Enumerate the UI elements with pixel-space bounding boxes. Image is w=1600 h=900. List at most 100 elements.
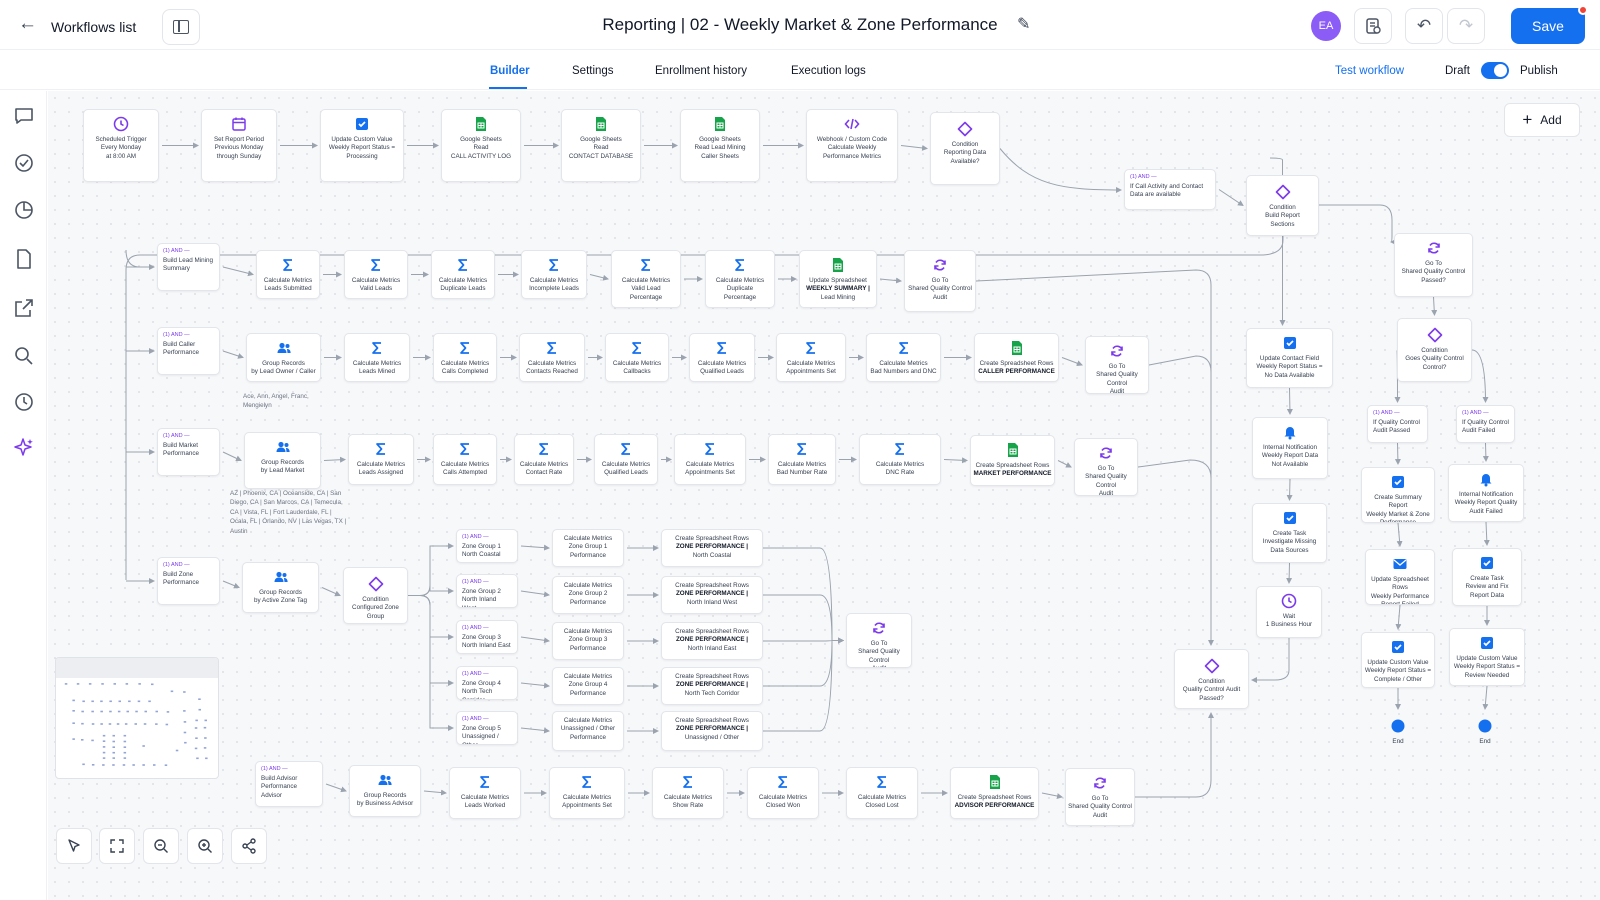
workflow-node-n4[interactable]: Google Sheets Read CALL ACTIVITY LOG (441, 109, 521, 182)
workflow-node-r2g[interactable]: Calculate Metrics Appointments Set (776, 333, 846, 382)
workflow-node-r1f[interactable]: Calculate Metrics Duplicate Percentage (705, 250, 775, 308)
select-tool-button[interactable] (56, 828, 92, 864)
workflow-node-r3h[interactable]: Calculate Metrics DNC Rate (859, 434, 941, 485)
workflow-node-a2[interactable]: (1) AND — Build Caller Performance (157, 327, 220, 375)
workflow-node-n5[interactable]: Google Sheets Read CONTACT DATABASE (561, 109, 641, 182)
workflow-node-r3c[interactable]: Calculate Metrics Calls Attempted (433, 434, 497, 485)
share-button[interactable] (231, 828, 267, 864)
workflow-node-r5a[interactable]: Group Records by Business Advisor (349, 765, 421, 817)
workflow-node-a5[interactable]: (1) AND — Build Advisor Performance Adviso… (255, 761, 323, 807)
zoom-in-button[interactable] (187, 828, 223, 864)
workflow-node-r1a[interactable]: Calculate Metrics Leads Submitted (256, 250, 320, 299)
workflow-node-r3i[interactable]: Create Spreadsheet Rows MARKET PERFORMANC… (970, 435, 1055, 486)
workflow-node-z2[interactable]: (1) AND — Zone Group 2North Inland West (456, 574, 518, 608)
workflow-node-qp[interactable]: (1) AND — If Quality Control Audit Passed (1367, 405, 1428, 443)
workflow-node-r2c[interactable]: Calculate Metrics Calls Completed (433, 333, 497, 382)
workflow-node-r2f[interactable]: Calculate Metrics Qualified Leads (689, 333, 755, 382)
workflow-node-zm1[interactable]: Calculate Metrics Zone Group 1 Performance (552, 529, 624, 567)
workflow-node-a1[interactable]: (1) AND — Build Lead Mining Summary (157, 243, 220, 291)
workflow-node-qa[interactable]: Condition Quality Control Audit Passed? (1174, 649, 1249, 709)
workflow-node-n8[interactable]: Condition Reporting Data Available? (930, 112, 1000, 185)
workflow-node-zs4[interactable]: Create Spreadsheet Rows ZONE PERFORMANCE … (661, 667, 763, 705)
workflow-node-r5g[interactable]: Create Spreadsheet Rows ADVISOR PERFORMAN… (950, 767, 1039, 819)
workflow-node-n1[interactable]: Scheduled Trigger Every Monday at 8:00 AM (83, 109, 159, 182)
add-button[interactable]: + Add (1504, 103, 1580, 137)
workflow-node-nd2[interactable]: Internal Notification Weekly Report Data N… (1252, 417, 1328, 479)
fit-view-button[interactable] (99, 828, 135, 864)
workflow-node-r5b[interactable]: Calculate Metrics Leads Worked (449, 767, 521, 819)
workflow-node-p2[interactable]: Update Spreadsheet Rows Weekly Performanc… (1365, 549, 1435, 605)
workflow-node-nd4[interactable]: Wait 1 Business Hour (1256, 586, 1322, 638)
workflow-node-z3[interactable]: (1) AND — Zone Group 3 North Inland East (456, 620, 518, 654)
workflow-node-qf[interactable]: (1) AND — If Quality Control Audit Failed (1456, 405, 1515, 443)
workflow-node-cq[interactable]: Condition Goes Quality Control Control? (1397, 318, 1472, 382)
workflow-node-r2e[interactable]: Calculate Metrics Callbacks (605, 333, 669, 382)
workflow-node-p1[interactable]: Create Summary Report Weekly Market & Zon… (1361, 467, 1435, 523)
workflow-node-r3b[interactable]: Calculate Metrics Leads Assigned (348, 434, 414, 485)
zoom-out-button[interactable] (143, 828, 179, 864)
workflow-node-n3[interactable]: Update Custom Value Weekly Report Status … (320, 109, 404, 182)
node-label: Audit (1098, 490, 1114, 496)
workflow-node-zm2[interactable]: Calculate Metrics Zone Group 2 Performance (552, 576, 624, 614)
workflow-node-zs5[interactable]: Create Spreadsheet Rows ZONE PERFORMANCE … (661, 711, 763, 751)
workflow-node-zs2[interactable]: Create Spreadsheet Rows ZONE PERFORMANCE … (661, 576, 763, 614)
workflow-node-r1d[interactable]: Calculate Metrics Incomplete Leads (521, 250, 587, 299)
workflow-node-r5f[interactable]: Calculate Metrics Closed Lost (846, 767, 918, 819)
workflow-node-n7[interactable]: Webhook / Custom Code Calculate Weekly Per… (806, 109, 898, 182)
workflow-node-zg[interactable]: Go ToShared Quality ControlAudit (846, 613, 912, 668)
workflow-node-r4a[interactable]: Group Records by Active Zone Tag (242, 562, 319, 613)
workflow-node-z5[interactable]: (1) AND — Zone Group 5Unassigned / Other (456, 711, 518, 745)
workflow-node-r3a[interactable]: Group Records by Lead Market (244, 432, 321, 489)
workflow-node-r5c[interactable]: Calculate Metrics Appointments Set (549, 767, 625, 819)
canvas-minimap[interactable] (55, 657, 219, 779)
workflow-node-a3[interactable]: (1) AND — Build Market Performance (157, 428, 220, 476)
workflow-node-r1c[interactable]: Calculate Metrics Duplicate Leads (431, 250, 495, 299)
workflow-node-n6[interactable]: Google Sheets Read Lead Mining Caller Shee… (680, 109, 760, 182)
workflow-node-r3f[interactable]: Calculate Metrics Appointments Set (674, 434, 746, 485)
workflow-node-r4b[interactable]: Condition Configured Zone Group (343, 567, 408, 624)
workflow-node-n2[interactable]: Set Report Period Previous Monday through … (201, 109, 277, 182)
workflow-node-r3d[interactable]: Calculate Metrics Contact Rate (514, 434, 574, 485)
workflow-node-r1g[interactable]: Update Spreadsheet WEEKLY SUMMARY | Lead M… (799, 250, 877, 308)
workflow-node-r2h[interactable]: Calculate Metrics Bad Numbers and DNC (866, 333, 941, 382)
workflow-node-pe[interactable]: End (1375, 712, 1421, 750)
workflow-node-z1[interactable]: (1) AND — Zone Group 1 North Coastal (456, 529, 518, 563)
workflow-node-nd1[interactable]: Update Contact Field Weekly Report Status… (1246, 328, 1333, 388)
workflow-node-r2d[interactable]: Calculate Metrics Contacts Reached (519, 333, 585, 382)
workflow-node-p3[interactable]: Update Custom Value Weekly Report Status … (1361, 632, 1435, 688)
node-label: Calculate Metrics (758, 794, 808, 801)
workflow-node-f3[interactable]: Update Custom Value Weekly Report Status … (1449, 628, 1525, 686)
node-label: Leads Assigned (358, 469, 404, 477)
workflow-node-r3j[interactable]: Go To Shared Quality Control Audit (1074, 438, 1138, 496)
workflow-node-r2i[interactable]: Create Spreadsheet Rows CALLER PERFORMANC… (974, 333, 1059, 382)
minimap-dot (102, 746, 106, 748)
workflow-node-r2a[interactable]: Group Records by Lead Owner / Caller (246, 333, 321, 382)
workflow-node-a4[interactable]: (1) AND — Build Zone Performance (157, 557, 220, 605)
workflow-node-r5h[interactable]: Go To Shared Quality Control Audit (1065, 768, 1135, 826)
workflow-node-r5e[interactable]: Calculate Metrics Closed Won (747, 767, 819, 819)
workflow-node-zs1[interactable]: Create Spreadsheet Rows ZONE PERFORMANCE … (661, 529, 763, 567)
workflow-node-r1b[interactable]: Calculate Metrics Valid Leads (344, 250, 408, 299)
workflow-node-r3e[interactable]: Calculate Metrics Qualified Leads (594, 434, 658, 485)
workflow-node-zm3[interactable]: Calculate Metrics Zone Group 3 Performance (552, 622, 624, 660)
workflow-node-r5d[interactable]: Calculate Metrics Show Rate (652, 767, 724, 819)
workflow-node-nd3[interactable]: Create Task Investigate Missing Data Sourc… (1252, 503, 1327, 563)
workflow-node-f2[interactable]: Create Task Review and Fix Report Data (1452, 548, 1522, 606)
workflow-node-z4[interactable]: (1) AND — Zone Group 4North Tech Corridor (456, 666, 518, 700)
workflow-node-zm4[interactable]: Calculate Metrics Zone Group 4 Performance (552, 667, 624, 705)
workflow-node-a0[interactable]: (1) AND — If Call Activity and Contact Dat… (1124, 169, 1216, 210)
workflow-node-fe[interactable]: End (1462, 712, 1508, 750)
workflow-node-r3g[interactable]: Calculate Metrics Bad Number Rate (768, 434, 836, 485)
node-label: Internal Notification (1459, 491, 1513, 498)
workflow-node-r1h[interactable]: Go To Shared Quality Control Audit (904, 250, 976, 312)
workflow-node-c1[interactable]: Condition Build Report Sections (1246, 175, 1319, 236)
workflow-node-gt[interactable]: Go To Shared Quality Control Passed? (1394, 233, 1473, 297)
workflow-node-r2j[interactable]: Go To Shared Quality Control Audit (1085, 336, 1149, 394)
zoom-in-icon (198, 839, 212, 853)
workflow-node-r2b[interactable]: Calculate Metrics Leads Mined (344, 333, 410, 382)
workflow-node-zm5[interactable]: Calculate Metrics Unassigned / Other Perfo… (552, 711, 624, 751)
workflow-node-f1[interactable]: Internal Notification Weekly Report Quali… (1448, 464, 1524, 522)
workflow-node-r1e[interactable]: Calculate Metrics Valid Lead Percentage (611, 250, 681, 308)
workflow-node-zs3[interactable]: Create Spreadsheet Rows ZONE PERFORMANCE … (661, 622, 763, 660)
node-label: Condition (1198, 678, 1225, 685)
